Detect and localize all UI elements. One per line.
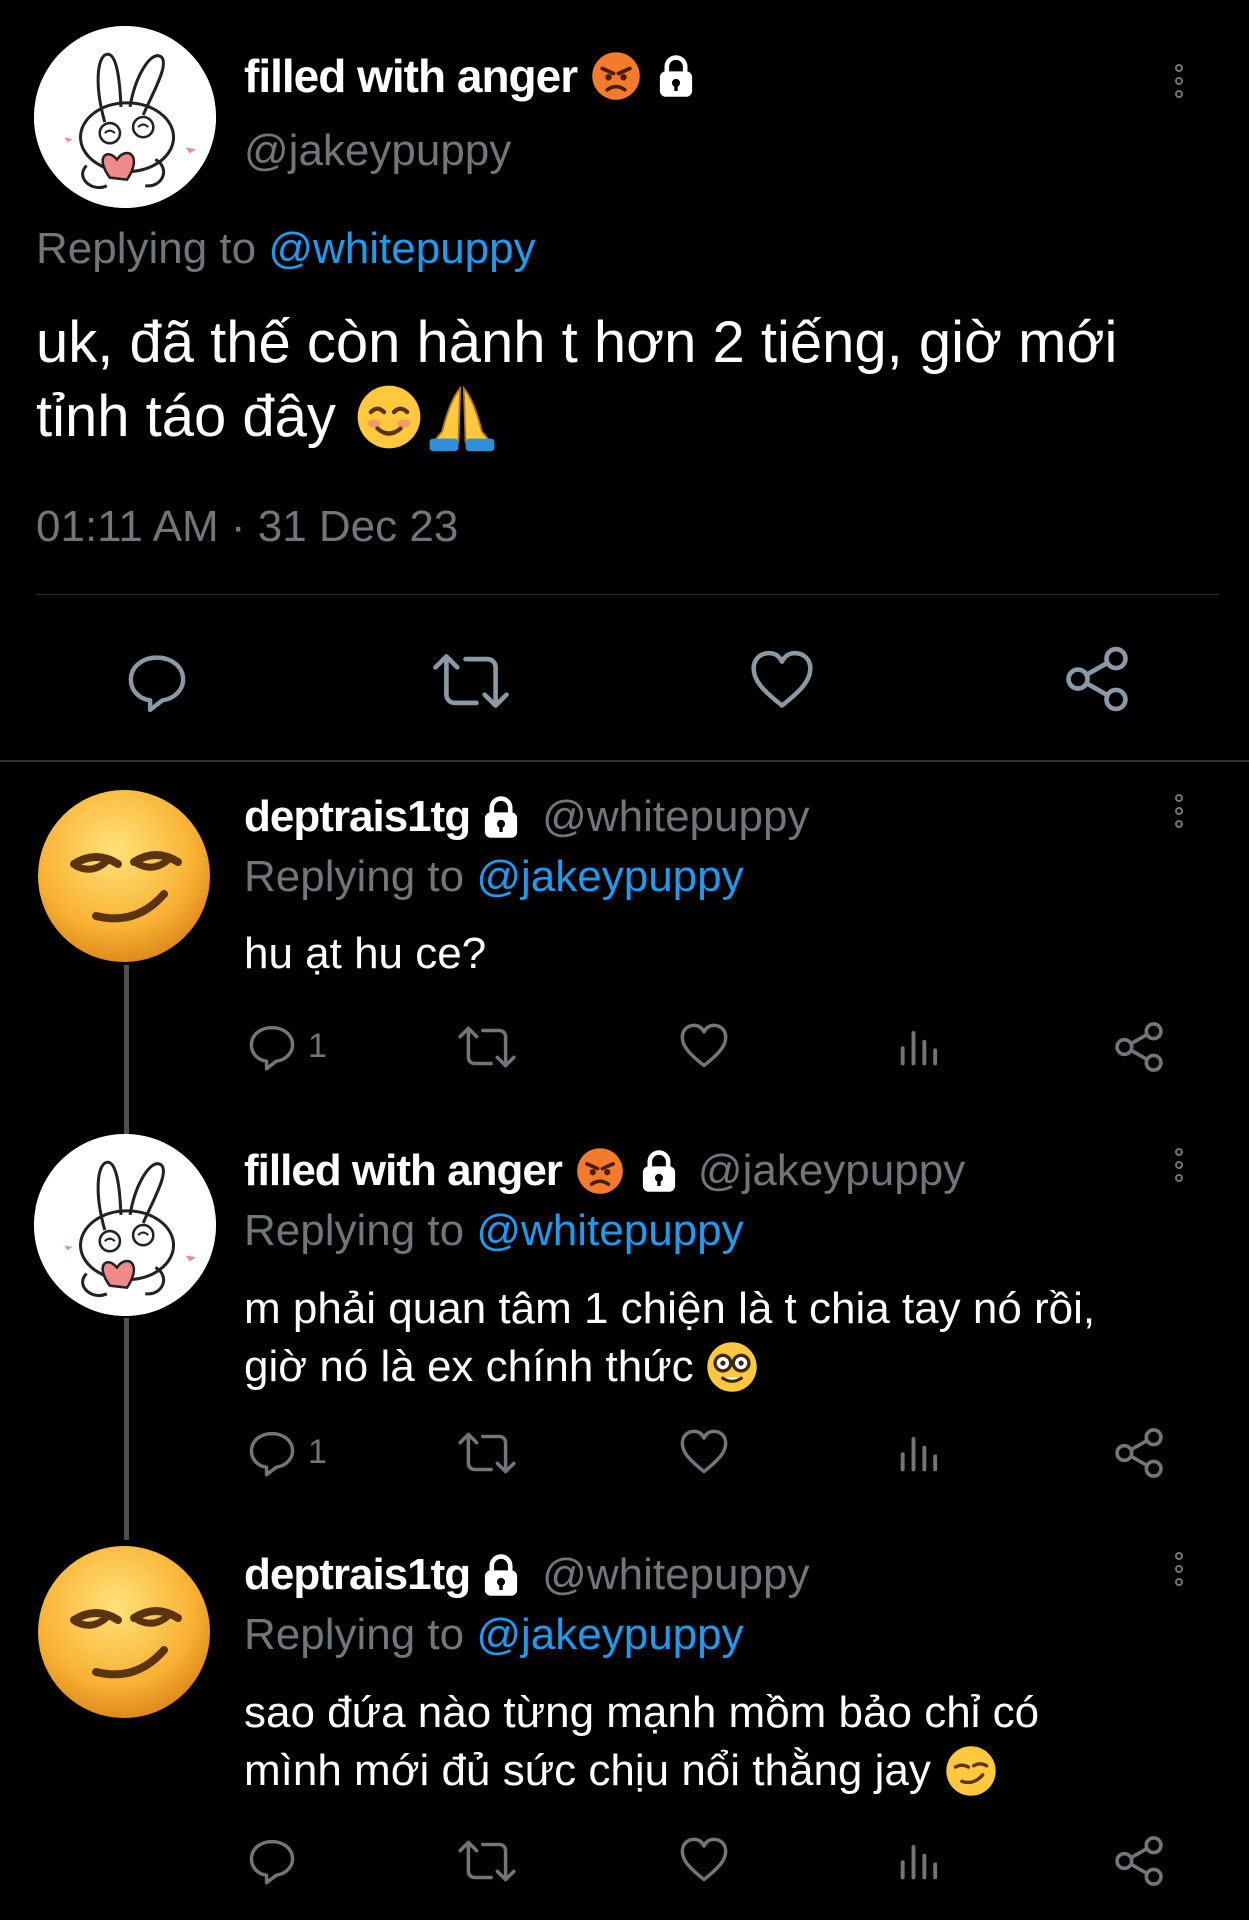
comment-icon bbox=[246, 1834, 298, 1886]
bunny-avatar-image bbox=[34, 26, 216, 208]
folded-hands-icon bbox=[426, 381, 498, 453]
angry-face-icon bbox=[591, 51, 641, 101]
share-icon bbox=[1112, 1426, 1166, 1480]
avatar[interactable] bbox=[34, 26, 216, 208]
author-line: deptrais1tg @whitepuppy bbox=[244, 790, 809, 844]
reply-count: 1 bbox=[308, 1026, 327, 1065]
timestamp[interactable]: 01:11 AM · 31 Dec 23 bbox=[36, 502, 458, 552]
stats-icon bbox=[894, 1426, 946, 1478]
avatar[interactable] bbox=[34, 786, 214, 966]
more-icon[interactable] bbox=[1172, 794, 1186, 833]
handle[interactable]: @whitepuppy bbox=[542, 1550, 809, 1600]
nerd-face-icon bbox=[706, 1341, 758, 1393]
lock-icon bbox=[653, 53, 699, 99]
like-button[interactable] bbox=[678, 1020, 730, 1072]
share-icon bbox=[1062, 644, 1132, 714]
smirk-face-icon bbox=[945, 1745, 997, 1797]
divider bbox=[36, 594, 1219, 595]
replying-to: Replying to @jakeypuppy bbox=[244, 852, 744, 901]
stats-icon bbox=[894, 1020, 946, 1072]
bunny-avatar-image bbox=[34, 1134, 216, 1316]
more-icon[interactable] bbox=[1172, 1148, 1186, 1187]
retweet-button[interactable] bbox=[456, 1836, 518, 1886]
retweet-icon bbox=[430, 648, 512, 714]
share-button[interactable] bbox=[1112, 1020, 1166, 1074]
tweet-text-line-2: tỉnh táo đây bbox=[36, 380, 1216, 454]
tweet-text-line: uk, đã thế còn hành t hơn 2 tiếng, giờ m… bbox=[36, 310, 1118, 375]
lock-icon bbox=[636, 1148, 682, 1194]
more-icon[interactable] bbox=[1172, 1552, 1186, 1591]
like-button[interactable] bbox=[678, 1834, 730, 1886]
comment-button[interactable]: 1 bbox=[246, 1020, 327, 1072]
stats-icon bbox=[894, 1834, 946, 1886]
smirk-face-avatar bbox=[34, 1542, 214, 1722]
lock-icon bbox=[478, 1552, 524, 1598]
angry-face-icon bbox=[576, 1147, 624, 1195]
tweet-text-line-2: giờ nó là ex chính thức bbox=[244, 1338, 1204, 1396]
like-button[interactable] bbox=[678, 1426, 730, 1478]
smiling-blush-icon bbox=[356, 384, 422, 450]
handle[interactable]: @whitepuppy bbox=[542, 792, 809, 842]
replying-to: Replying to @jakeypuppy bbox=[244, 1610, 744, 1659]
author-line: filled with anger @jakeypuppy bbox=[244, 1144, 965, 1198]
like-icon bbox=[678, 1834, 730, 1886]
lock-icon bbox=[478, 794, 524, 840]
retweet-button[interactable] bbox=[430, 648, 512, 714]
comment-button[interactable] bbox=[246, 1834, 308, 1886]
tweet-text-line: sao đứa nào từng mạnh mồm bảo chỉ có bbox=[244, 1688, 1040, 1737]
retweet-icon bbox=[456, 1022, 518, 1072]
tweet-text-line: m phải quan tâm 1 chiện là t chia tay nó… bbox=[244, 1284, 1096, 1333]
replying-to: Replying to @whitepuppy bbox=[36, 224, 536, 273]
tweet-text: uk, đã thế còn hành t hơn 2 tiếng, giờ m… bbox=[36, 306, 1216, 454]
share-button[interactable] bbox=[1112, 1834, 1166, 1888]
handle[interactable]: @jakeypuppy bbox=[698, 1146, 965, 1196]
comment-icon bbox=[246, 1020, 298, 1072]
smirk-face-avatar bbox=[34, 786, 214, 966]
display-name[interactable]: filled with anger bbox=[244, 49, 578, 103]
stats-button[interactable] bbox=[894, 1020, 946, 1072]
like-icon bbox=[748, 646, 816, 714]
mention-link[interactable]: @jakeypuppy bbox=[476, 852, 743, 901]
like-icon bbox=[678, 1020, 730, 1072]
handle[interactable]: @jakeypuppy bbox=[244, 126, 511, 176]
mention-link[interactable]: @whitepuppy bbox=[268, 224, 535, 273]
stats-button[interactable] bbox=[894, 1834, 946, 1886]
comment-icon bbox=[246, 1426, 298, 1478]
comment-button[interactable]: 1 bbox=[246, 1426, 327, 1478]
mention-link[interactable]: @whitepuppy bbox=[476, 1206, 743, 1255]
comment-icon bbox=[124, 648, 190, 714]
display-name[interactable]: deptrais1tg bbox=[244, 1550, 471, 1600]
reply-count: 1 bbox=[308, 1432, 327, 1471]
avatar[interactable] bbox=[34, 1134, 216, 1316]
mention-link[interactable]: @jakeypuppy bbox=[476, 1610, 743, 1659]
main-tweet: filled with anger @jakeypuppy Replying t… bbox=[0, 0, 1249, 760]
tweet-text: m phải quan tâm 1 chiện là t chia tay nó… bbox=[244, 1280, 1204, 1396]
reply-tweet[interactable]: deptrais1tg @whitepuppy Replying to @jak… bbox=[0, 780, 1249, 1110]
share-button[interactable] bbox=[1062, 644, 1132, 714]
display-name[interactable]: filled with anger bbox=[244, 1146, 563, 1196]
retweet-button[interactable] bbox=[456, 1428, 518, 1478]
share-icon bbox=[1112, 1834, 1166, 1888]
comment-button[interactable] bbox=[124, 648, 190, 714]
display-name[interactable]: deptrais1tg bbox=[244, 792, 471, 842]
tweet-text-line-2: mình mới đủ sức chịu nổi thằng jay bbox=[244, 1742, 1204, 1800]
avatar[interactable] bbox=[34, 1542, 214, 1722]
section-divider bbox=[0, 760, 1249, 762]
like-button[interactable] bbox=[748, 646, 816, 714]
replying-to: Replying to @whitepuppy bbox=[244, 1206, 744, 1255]
tweet-text: hu ạt hu ce? bbox=[244, 929, 487, 978]
share-button[interactable] bbox=[1112, 1426, 1166, 1480]
retweet-icon bbox=[456, 1428, 518, 1478]
author-line: deptrais1tg @whitepuppy bbox=[244, 1548, 809, 1602]
reply-tweet[interactable]: deptrais1tg @whitepuppy Replying to @jak… bbox=[0, 1540, 1249, 1920]
share-icon bbox=[1112, 1020, 1166, 1074]
author-line: filled with anger bbox=[244, 48, 699, 104]
like-icon bbox=[678, 1426, 730, 1478]
reply-tweet[interactable]: filled with anger @jakeypuppy Replying t… bbox=[0, 1134, 1249, 1514]
more-icon[interactable] bbox=[1172, 64, 1186, 103]
tweet-text: sao đứa nào từng mạnh mồm bảo chỉ có mìn… bbox=[244, 1684, 1204, 1800]
retweet-icon bbox=[456, 1836, 518, 1886]
retweet-button[interactable] bbox=[456, 1022, 518, 1072]
stats-button[interactable] bbox=[894, 1426, 946, 1478]
